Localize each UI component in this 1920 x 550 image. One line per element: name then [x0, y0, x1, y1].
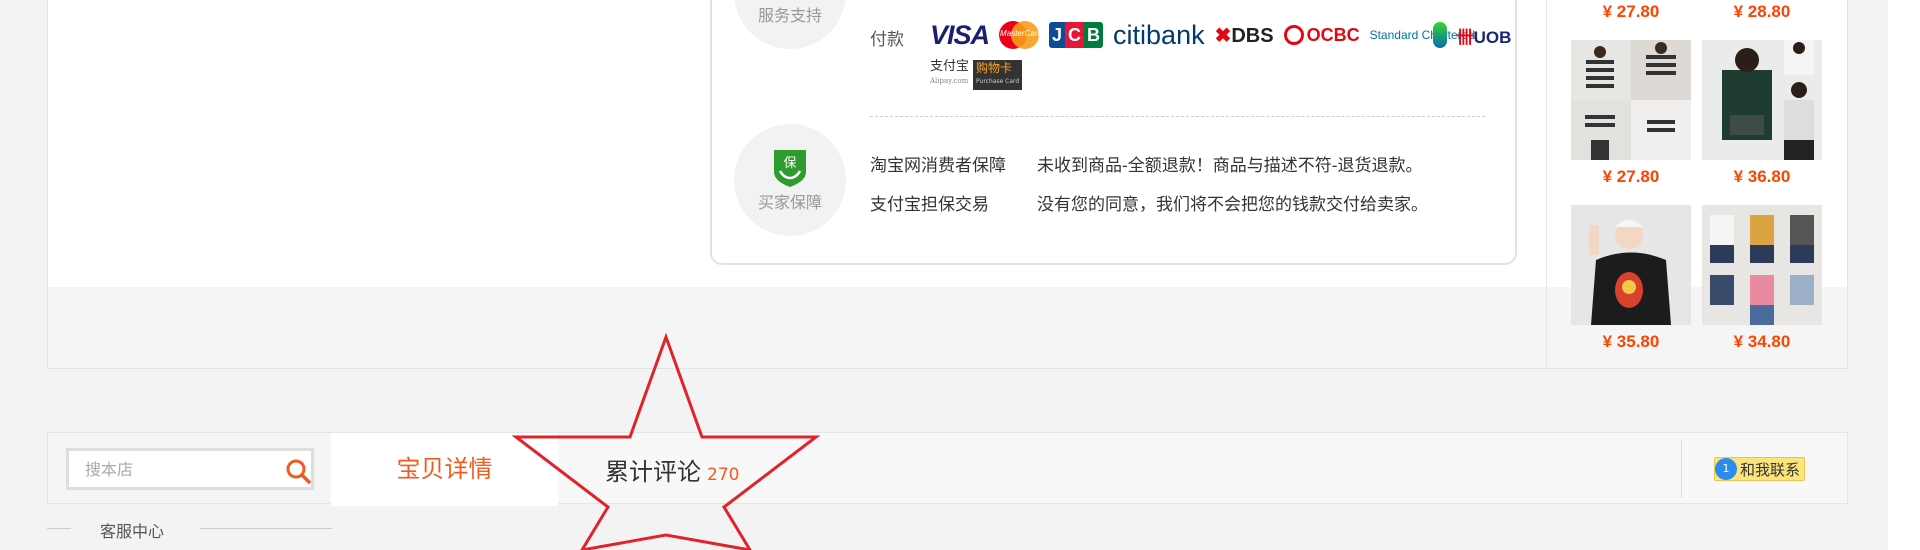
- guarantee-row: 支付宝担保交易 没有您的同意，我们将不会把您的钱款交付给卖家。: [870, 190, 1428, 215]
- shop-search-box: [66, 448, 314, 490]
- product-price[interactable]: ¥ 27.80: [1571, 167, 1691, 187]
- page-right-edge: [1888, 0, 1920, 550]
- product-price[interactable]: ¥ 36.80: [1702, 167, 1822, 187]
- tab-reviews[interactable]: 累计评论 270: [605, 452, 739, 487]
- visa-logo: VISA: [930, 19, 990, 50]
- guarantee-name[interactable]: 支付宝担保交易: [870, 195, 989, 215]
- product-thumbnail[interactable]: [1702, 205, 1822, 325]
- dbs-logo: ✖DBS: [1214, 24, 1274, 47]
- customer-service-header: 客服中心: [47, 518, 332, 541]
- search-icon[interactable]: [285, 458, 311, 484]
- divider-line: [200, 528, 332, 529]
- shield-icon: 保: [774, 150, 806, 187]
- contact-seller-button[interactable]: 1 和我联系: [1714, 457, 1806, 481]
- product-price[interactable]: ¥ 28.80: [1702, 2, 1822, 22]
- uob-logo: 卌UOB: [1456, 27, 1512, 47]
- payment-logos-row2: 支付宝 Alipay.com 购物卡 Purchase Card: [930, 59, 1023, 90]
- divider-dashed: [870, 116, 1485, 117]
- standard-chartered-logo: Standard Chartered: [1370, 22, 1475, 48]
- citibank-logo: citibank: [1113, 19, 1205, 50]
- tab-reviews-label: 累计评论: [605, 458, 701, 486]
- ocbc-logo: OCBC: [1283, 25, 1360, 46]
- guarantee-desc: 没有您的同意，我们将不会把您的钱款交付给卖家。: [1037, 195, 1428, 215]
- jcb-logo: JCB: [1049, 22, 1104, 48]
- tab-divider: [1681, 440, 1682, 498]
- shop-search-input[interactable]: [83, 459, 267, 480]
- mastercard-logo: MasterCard: [999, 21, 1042, 49]
- product-price[interactable]: ¥ 35.80: [1571, 332, 1691, 352]
- guarantee-row: 淘宝网消费者保障 未收到商品-全额退款！商品与描述不符-退货退款。: [870, 151, 1423, 176]
- product-thumbnail[interactable]: [1571, 40, 1691, 160]
- sidebar-divider: [1546, 0, 1547, 368]
- tab-product-details[interactable]: 宝贝详情: [331, 432, 558, 506]
- review-count: 270: [707, 465, 740, 485]
- payment-logos: VISA MasterCard JCB citibank ✖DBS OCBC S…: [930, 20, 1511, 50]
- divider-line: [47, 528, 71, 529]
- product-thumbnail[interactable]: [1571, 205, 1691, 325]
- guarantee-desc: 未收到商品-全额退款！商品与描述不符-退货退款。: [1037, 156, 1423, 176]
- service-support-circle: 服务支持: [734, 0, 846, 49]
- chat-bubble-icon: 1: [1715, 458, 1737, 480]
- guarantee-name[interactable]: 淘宝网消费者保障: [870, 156, 1006, 176]
- customer-service-title: 客服中心: [100, 522, 165, 541]
- payment-label: 付款: [870, 30, 904, 50]
- product-price[interactable]: ¥ 27.80: [1571, 2, 1691, 22]
- svg-text:保: 保: [783, 156, 796, 171]
- service-box: 服务支持 付款 VISA MasterCard JCB citibank ✖DB…: [710, 0, 1517, 265]
- buyer-protection-circle: 保 买家保障: [734, 124, 846, 236]
- contact-seller-label: 和我联系: [1740, 460, 1801, 479]
- purchase-card-logo: 购物卡 Purchase Card: [973, 60, 1023, 90]
- product-thumbnail[interactable]: [1702, 40, 1822, 160]
- alipay-logo: 支付宝 Alipay.com: [930, 59, 970, 86]
- buyer-protection-label: 买家保障: [757, 193, 822, 212]
- service-support-label: 服务支持: [757, 6, 822, 25]
- product-price[interactable]: ¥ 34.80: [1702, 332, 1822, 352]
